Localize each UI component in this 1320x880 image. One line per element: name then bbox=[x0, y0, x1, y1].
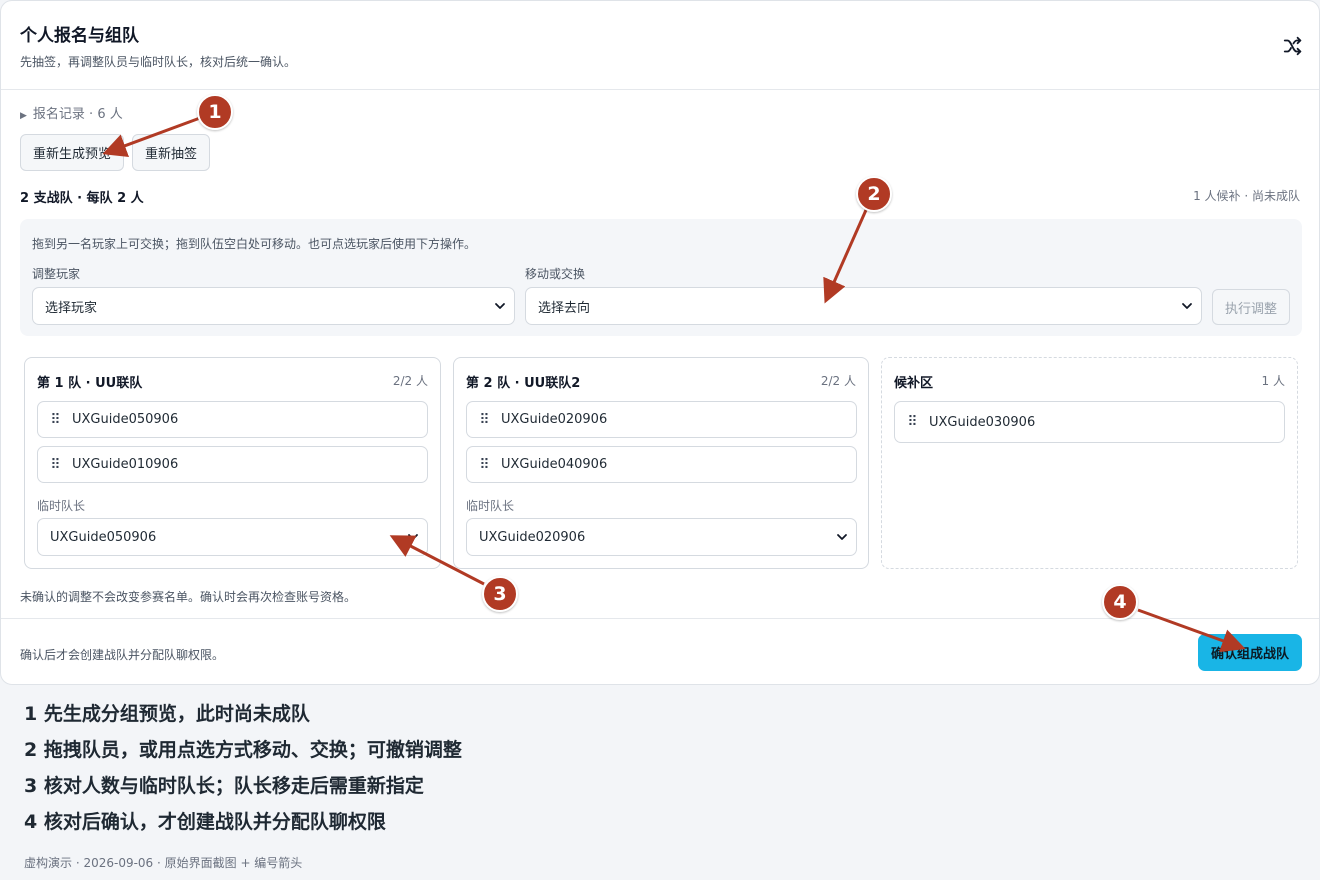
footer-note: 确认后才会创建战队并分配队聊权限。 bbox=[20, 648, 225, 662]
team-card[interactable]: 第 1 队 · UU联队 2/2 人 ⠿ UXGuide050906 ⠿ UXG… bbox=[24, 357, 441, 569]
player-name: UXGuide040906 bbox=[501, 457, 608, 472]
legend-item: 2 拖拽队员，或用点选方式移动、交换；可撤销调整 bbox=[24, 739, 462, 761]
player-item[interactable]: ⠿ UXGuide050906 bbox=[37, 401, 428, 438]
player-select-value: 选择玩家 bbox=[45, 300, 98, 316]
callout-badge: 4 bbox=[1102, 584, 1138, 620]
drag-handle-icon[interactable]: ⠿ bbox=[38, 412, 72, 428]
team-count: 2/2 人 bbox=[820, 374, 856, 388]
player-item[interactable]: ⠿ UXGuide040906 bbox=[466, 446, 857, 483]
callout-badge: 3 bbox=[482, 576, 518, 612]
captain-label: 临时队长 bbox=[466, 499, 515, 513]
team-name: 第 2 队 · UU联队2 bbox=[466, 376, 581, 391]
page-subtitle: 先抽签，再调整队员与临时队长，核对后统一确认。 bbox=[20, 55, 297, 69]
drag-handle-icon[interactable]: ⠿ bbox=[895, 414, 929, 430]
card-header: 个人报名与组队 先抽签，再调整队员与临时队长，核对后统一确认。 bbox=[1, 1, 1319, 90]
player-name: UXGuide010906 bbox=[72, 457, 179, 472]
captain-select-value: UXGuide020906 bbox=[479, 529, 586, 545]
bench-area[interactable]: 候补区 1 人 ⠿ UXGuide030906 bbox=[881, 357, 1298, 569]
team-count: 2/2 人 bbox=[392, 374, 428, 388]
player-name: UXGuide020906 bbox=[501, 412, 608, 427]
chevron-down-icon bbox=[495, 303, 505, 309]
page-title: 个人报名与组队 bbox=[20, 26, 139, 46]
team-card[interactable]: 第 2 队 · UU联队2 2/2 人 ⠿ UXGuide020906 ⠿ UX… bbox=[453, 357, 869, 569]
player-name: UXGuide030906 bbox=[929, 414, 1036, 430]
bench-name: 候补区 bbox=[894, 376, 934, 391]
move-select-label: 移动或交换 bbox=[525, 267, 586, 281]
team-summary: 2 支战队 · 每队 2 人 bbox=[20, 191, 144, 206]
adjust-panel: 拖到另一名玩家上可交换；拖到队伍空白处可移动。也可点选玩家后使用下方操作。 调整… bbox=[20, 219, 1302, 336]
triangle-right-icon: ▶ bbox=[20, 111, 27, 121]
legend-item: 4 核对后确认，才创建战队并分配队聊权限 bbox=[24, 811, 386, 833]
chevron-down-icon bbox=[837, 534, 847, 540]
adjust-hint: 拖到另一名玩家上可交换；拖到队伍空白处可移动。也可点选玩家后使用下方操作。 bbox=[32, 237, 477, 251]
player-item[interactable]: ⠿ UXGuide030906 bbox=[894, 401, 1285, 443]
player-select-label: 调整玩家 bbox=[32, 267, 81, 281]
image-caption: 虚构演示 · 2026-09-06 · 原始界面截图 + 编号箭头 bbox=[24, 856, 303, 870]
move-select[interactable]: 选择去向 bbox=[525, 287, 1202, 325]
shuffle-icon[interactable] bbox=[1282, 35, 1304, 57]
captain-select-value: UXGuide050906 bbox=[50, 529, 157, 545]
team-name: 第 1 队 · UU联队 bbox=[37, 376, 143, 391]
adjust-note: 未确认的调整不会改变参赛名单。确认时会再次检查账号资格。 bbox=[20, 590, 357, 604]
move-select-value: 选择去向 bbox=[538, 300, 591, 316]
formation-status: 1 人候补 · 尚未成队 bbox=[1193, 189, 1300, 203]
regenerate-preview-button[interactable]: 重新生成预览 bbox=[20, 134, 124, 171]
confirm-team-button[interactable]: 确认组成战队 bbox=[1198, 634, 1302, 671]
legend-item: 1 先生成分组预览，此时尚未成队 bbox=[24, 703, 310, 725]
captain-label: 临时队长 bbox=[37, 499, 86, 513]
player-item[interactable]: ⠿ UXGuide020906 bbox=[466, 401, 857, 438]
captain-select[interactable]: UXGuide020906 bbox=[466, 518, 857, 556]
player-item[interactable]: ⠿ UXGuide010906 bbox=[37, 446, 428, 483]
drag-handle-icon[interactable]: ⠿ bbox=[467, 412, 501, 428]
drag-handle-icon[interactable]: ⠿ bbox=[467, 457, 501, 473]
player-select[interactable]: 选择玩家 bbox=[32, 287, 515, 325]
execute-adjust-button[interactable]: 执行调整 bbox=[1212, 289, 1290, 325]
chevron-down-icon bbox=[408, 534, 418, 540]
chevron-down-icon bbox=[1182, 303, 1192, 309]
drag-handle-icon[interactable]: ⠿ bbox=[38, 457, 72, 473]
callout-badge: 1 bbox=[197, 94, 233, 130]
team-formation-card: 个人报名与组队 先抽签，再调整队员与临时队长，核对后统一确认。 ▶ 报名记录 · … bbox=[0, 0, 1320, 685]
legend-item: 3 核对人数与临时队长；队长移走后需重新指定 bbox=[24, 775, 424, 797]
player-name: UXGuide050906 bbox=[72, 412, 179, 427]
callout-badge: 2 bbox=[856, 176, 892, 212]
redraw-button[interactable]: 重新抽签 bbox=[132, 134, 210, 171]
card-footer: 确认后才会创建战队并分配队聊权限。 确认组成战队 bbox=[1, 618, 1319, 686]
captain-select[interactable]: UXGuide050906 bbox=[37, 518, 428, 556]
bench-count: 1 人 bbox=[1261, 374, 1285, 388]
records-toggle[interactable]: ▶ 报名记录 · 6 人 bbox=[20, 103, 123, 122]
records-label: 报名记录 · 6 人 bbox=[32, 107, 123, 122]
